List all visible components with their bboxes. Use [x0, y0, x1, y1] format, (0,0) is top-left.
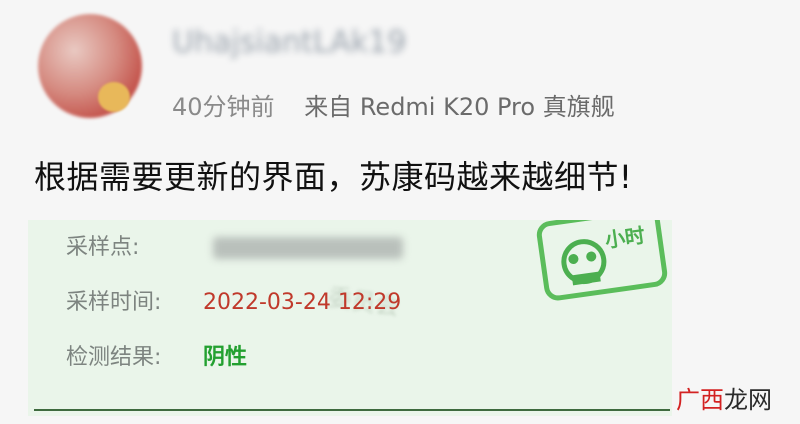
- post-meta: 40分钟前 来自 Redmi K20 Pro 真旗舰: [172, 88, 615, 126]
- test-result-row: 检测结果: 阴性: [66, 338, 247, 378]
- avatar-badge: [98, 82, 130, 112]
- test-result-card: 委员会 小时 采样点: 采样时间: 2022-03-24 12:29 检测结果:…: [28, 220, 672, 416]
- post-time: 40分钟前: [172, 93, 275, 121]
- site-watermark-part1: 广西: [676, 386, 724, 414]
- timer-stamp-icon: 小时: [535, 220, 669, 303]
- source-prefix: 来自: [304, 93, 353, 121]
- sampling-time-row: 采样时间: 2022-03-24 12:29: [66, 283, 401, 323]
- source-device: Redmi K20 Pro 真旗舰: [359, 93, 615, 121]
- sampling-point-value-redacted: [213, 237, 403, 259]
- test-result-label: 检测结果:: [66, 345, 162, 370]
- card-divider: [34, 409, 670, 411]
- sampling-time-label: 采样时间:: [66, 290, 162, 315]
- post-text: 根据需要更新的界面，苏康码越来越细节!: [34, 158, 633, 196]
- sampling-point-label: 采样点:: [66, 235, 140, 260]
- weibo-post: UhajsiantLAk19 40分钟前 来自 Redmi K20 Pro 真旗…: [0, 0, 800, 424]
- sampling-time-value: 2022-03-24 12:29: [203, 290, 402, 315]
- test-result-value: 阴性: [203, 345, 248, 370]
- stamp-text: 小时: [603, 222, 647, 253]
- author-name[interactable]: UhajsiantLAk19: [172, 24, 442, 62]
- site-watermark-part2: 龙网: [724, 386, 772, 414]
- site-watermark: 广西龙网: [676, 380, 772, 415]
- post-source: 来自 Redmi K20 Pro 真旗舰: [304, 93, 615, 121]
- sampling-point-row: 采样点:: [66, 228, 403, 268]
